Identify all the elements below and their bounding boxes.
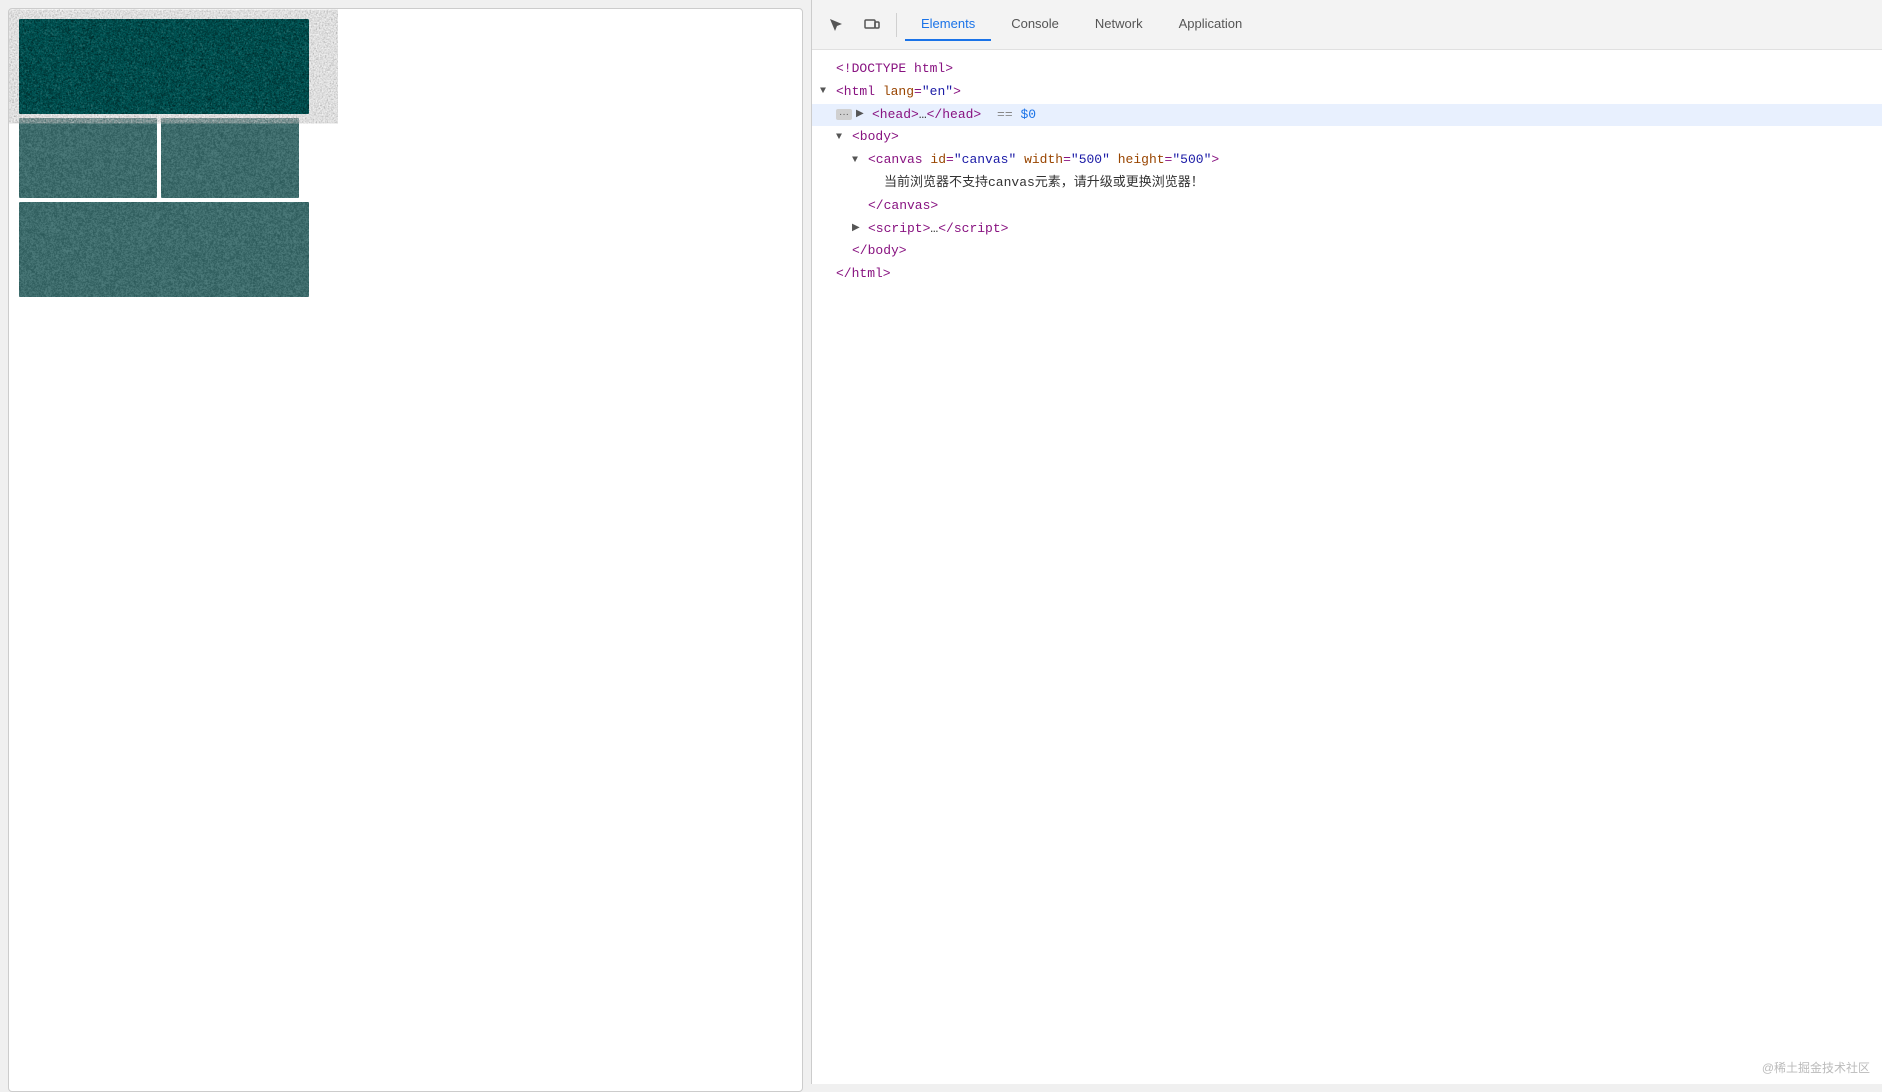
dom-body-close: </body> xyxy=(812,240,1882,263)
tab-console[interactable]: Console xyxy=(995,8,1075,41)
dom-dollar-zero: $0 xyxy=(1020,105,1036,126)
dom-canvas-open[interactable]: <canvas id="canvas" width="500" height="… xyxy=(812,149,1882,172)
dom-canvas-fallback-text: 当前浏览器不支持canvas元素，请升级或更换浏览器！ xyxy=(812,172,1882,195)
dom-html-close: </html> xyxy=(812,263,1882,286)
dom-script-collapsed[interactable]: <script>…</script> xyxy=(812,218,1882,241)
dom-eq-marker: == xyxy=(989,105,1020,126)
brick-2a xyxy=(19,118,157,198)
browser-viewport xyxy=(8,8,803,1092)
canvas-area xyxy=(19,19,324,324)
brick-3 xyxy=(19,202,309,297)
brick-1 xyxy=(19,19,309,114)
devtools-tab-bar: Elements Console Network Application xyxy=(812,0,1882,50)
dom-head-collapsed[interactable]: ··· <head>…</head> == $0 xyxy=(812,104,1882,127)
tab-elements[interactable]: Elements xyxy=(905,8,991,41)
dom-html-open[interactable]: <html lang="en"> xyxy=(812,81,1882,104)
tab-network[interactable]: Network xyxy=(1079,8,1159,41)
brick-canvas xyxy=(19,19,324,324)
dom-doctype: <!DOCTYPE html> xyxy=(812,58,1882,81)
device-toggle-button[interactable] xyxy=(856,9,888,41)
dom-canvas-close: </canvas> xyxy=(812,195,1882,218)
watermark: @稀土掘金技术社区 xyxy=(1762,1059,1870,1076)
inspect-element-button[interactable] xyxy=(820,9,852,41)
brick-2b xyxy=(161,118,299,198)
tab-separator xyxy=(896,13,897,37)
dom-body-open[interactable]: <body> xyxy=(812,126,1882,149)
head-options-button[interactable]: ··· xyxy=(836,109,852,120)
devtools-dom-tree: <!DOCTYPE html> <html lang="en"> ··· <he… xyxy=(812,50,1882,1084)
devtools-panel: Elements Console Network Application <!D… xyxy=(811,0,1882,1084)
tab-application[interactable]: Application xyxy=(1163,8,1259,41)
